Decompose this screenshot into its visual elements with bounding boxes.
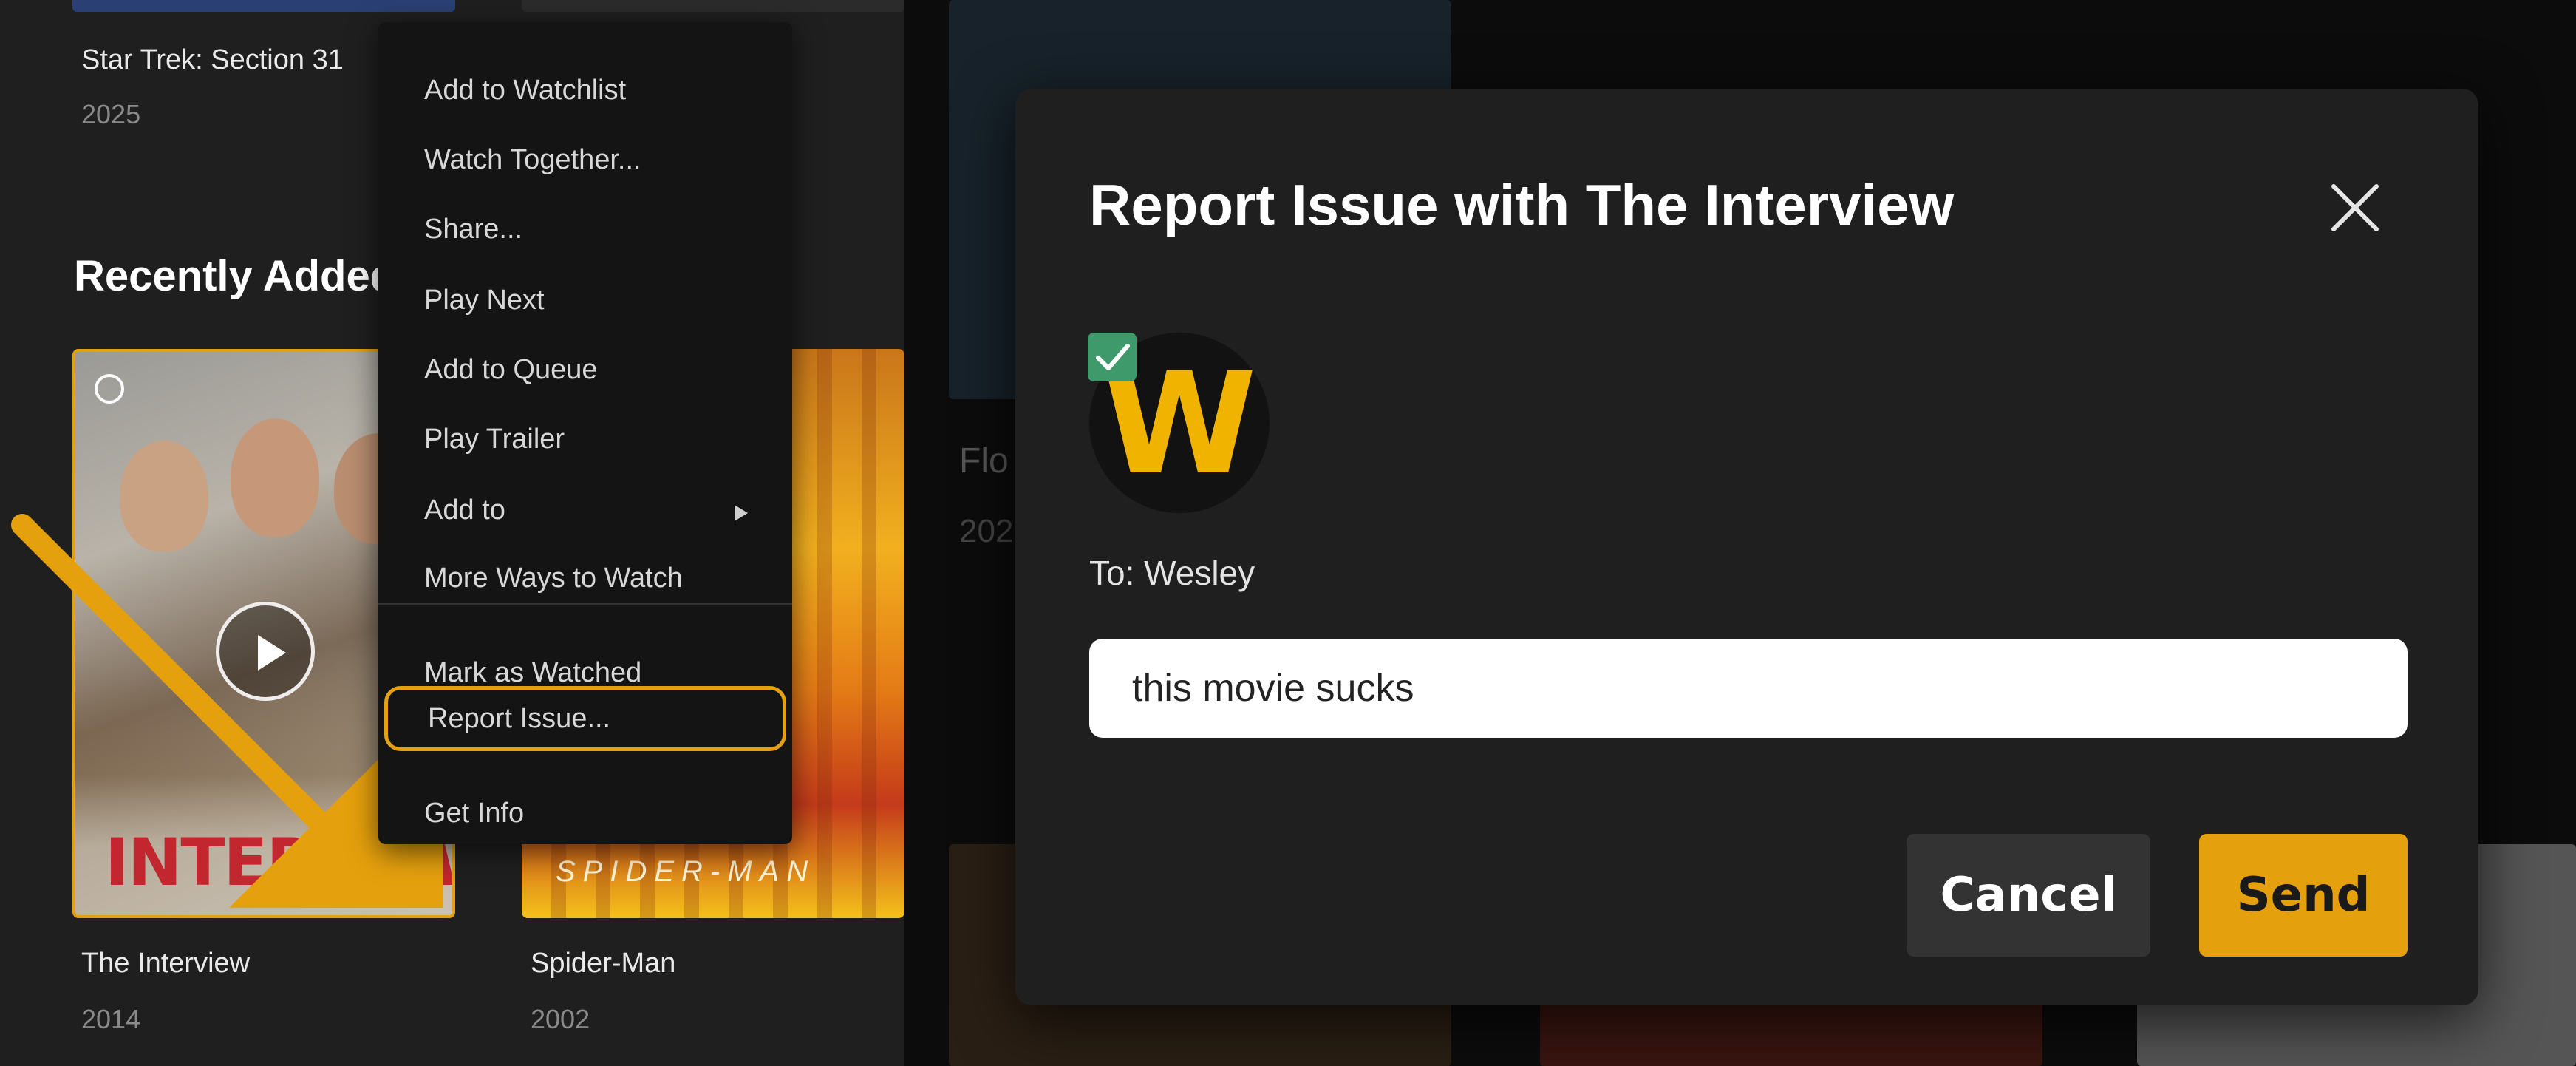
- menu-item-play-trailer[interactable]: Play Trailer: [378, 407, 792, 472]
- card-title[interactable]: Spider-Man: [531, 948, 675, 980]
- menu-divider: [378, 603, 792, 605]
- menu-item-add-to[interactable]: Add to: [378, 478, 792, 543]
- chevron-right-icon: [735, 505, 748, 521]
- send-button[interactable]: Send: [2199, 834, 2408, 957]
- card-title[interactable]: The Interview: [81, 948, 250, 980]
- context-menu: Add to Watchlist Watch Together... Share…: [378, 22, 792, 844]
- poster-title-text: SPIDER-MAN: [556, 855, 816, 888]
- menu-item-report-issue[interactable]: Report Issue...: [384, 686, 786, 751]
- background-card-title: Flo: [959, 441, 1009, 481]
- menu-item-add-to-queue[interactable]: Add to Queue: [378, 337, 792, 402]
- background-card-year: 202: [959, 513, 1014, 549]
- poster-thumbnail-top[interactable]: [522, 0, 904, 12]
- section-title[interactable]: Recently Added: [74, 251, 384, 301]
- card-year: 2002: [531, 1004, 590, 1034]
- recipient-label: To: Wesley: [1089, 554, 1255, 592]
- select-circle-icon[interactable]: [95, 374, 124, 404]
- card-title[interactable]: Star Trek: Section 31: [81, 44, 344, 76]
- card-year: 2014: [81, 1004, 141, 1034]
- menu-item-play-next[interactable]: Play Next: [378, 268, 792, 333]
- dialog-title: Report Issue with The Interview: [1089, 172, 1955, 237]
- checkmark-icon[interactable]: [1088, 333, 1137, 381]
- app-window: Star Trek: Section 31 2025 Recently Adde…: [0, 0, 2576, 1066]
- menu-item-add-to-watchlist[interactable]: Add to Watchlist: [378, 58, 792, 123]
- close-icon[interactable]: [2329, 182, 2381, 234]
- cancel-button[interactable]: Cancel: [1907, 834, 2150, 957]
- card-year: 2025: [81, 99, 141, 129]
- menu-item-watch-together[interactable]: Watch Together...: [378, 127, 792, 192]
- menu-item-label: Add to: [424, 495, 505, 526]
- menu-item-share[interactable]: Share...: [378, 197, 792, 262]
- report-issue-dialog: Report Issue with The Interview W To: We…: [1015, 89, 2478, 1005]
- poster-thumbnail-top[interactable]: [72, 0, 455, 12]
- message-input[interactable]: [1089, 639, 2408, 738]
- menu-item-more-ways-to-watch[interactable]: More Ways to Watch: [378, 546, 792, 611]
- menu-item-get-info[interactable]: Get Info: [378, 781, 792, 846]
